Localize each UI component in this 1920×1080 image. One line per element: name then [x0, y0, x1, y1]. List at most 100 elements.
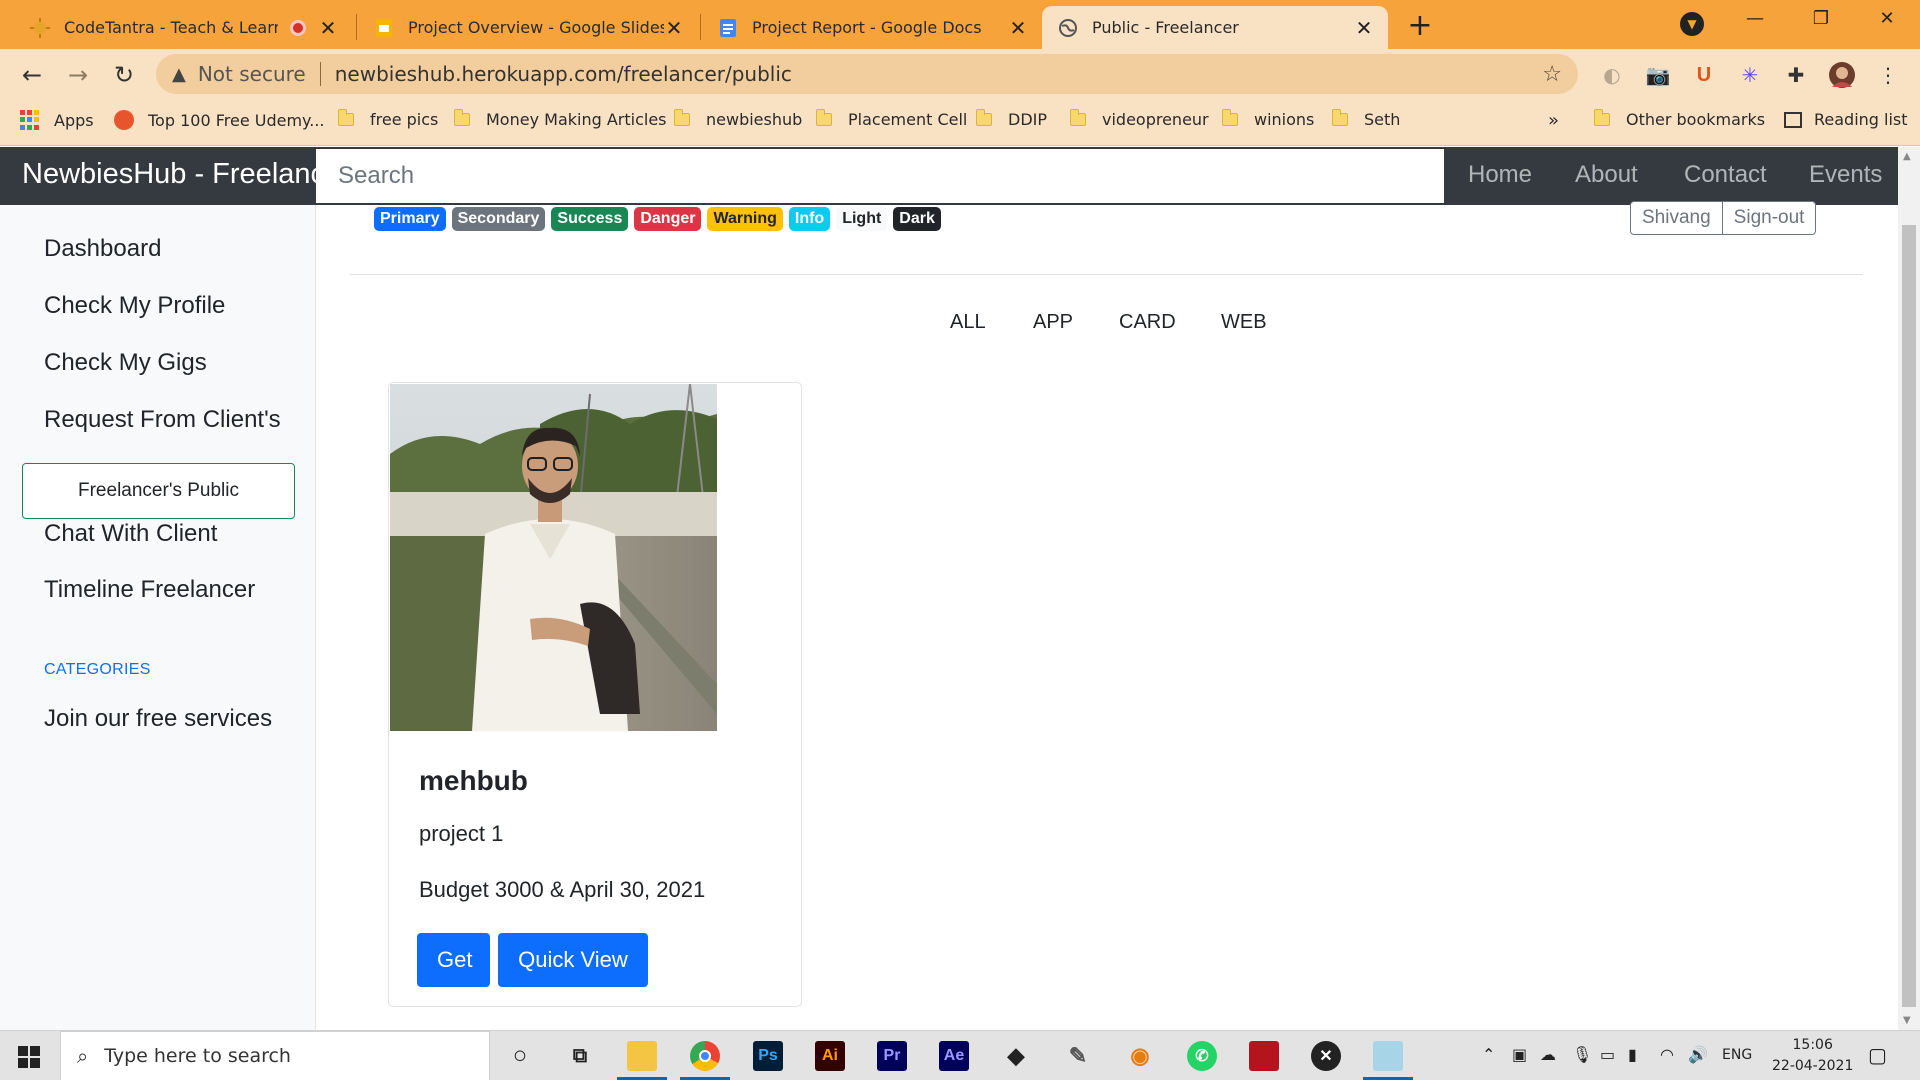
close-tab-icon[interactable]: ✕	[664, 16, 684, 40]
volume-icon[interactable]: 🔊	[1688, 1045, 1708, 1064]
tab-public-freelancer[interactable]: Public - Freelancer ✕	[1042, 6, 1388, 49]
tab-title: Project Overview - Google Slides	[408, 18, 664, 37]
site-search-input[interactable]	[316, 149, 1444, 203]
sidebar-item-timeline-freelancer[interactable]: Timeline Freelancer	[44, 576, 255, 604]
nav-contact-link[interactable]: Contact	[1684, 161, 1767, 189]
filter-web[interactable]: WEB	[1221, 311, 1267, 334]
docs-icon	[718, 18, 738, 38]
signout-button[interactable]: Sign-out	[1722, 201, 1817, 235]
bookmark-placement-cell[interactable]: Placement Cell	[816, 109, 967, 129]
udemy-extension-icon[interactable]: U	[1690, 61, 1718, 89]
bookmark-videopreneur[interactable]: videopreneur	[1070, 109, 1209, 129]
menu-kebab-icon[interactable]: ⋮	[1874, 61, 1902, 89]
extensions-puzzle-icon[interactable]: ✚	[1782, 61, 1810, 89]
scroll-down-icon[interactable]: ▼	[1903, 1015, 1911, 1026]
bookmarks-overflow-button[interactable]: »	[1548, 110, 1559, 131]
minimize-icon[interactable]: —	[1740, 8, 1770, 29]
sidebar-item-dashboard[interactable]: Dashboard	[44, 235, 161, 263]
close-tab-icon[interactable]: ✕	[1354, 16, 1374, 40]
bookmark-money-making[interactable]: Money Making Articles	[454, 109, 667, 129]
taskbar-clock[interactable]: 15:06 22-04-2021	[1772, 1035, 1853, 1077]
language-indicator[interactable]: ENG	[1722, 1047, 1752, 1063]
cortana-icon[interactable]: ○	[505, 1041, 535, 1071]
gimp-icon[interactable]: ✎	[1063, 1041, 1093, 1071]
onedrive-icon[interactable]: ☁	[1540, 1045, 1556, 1064]
extension-moon-icon[interactable]: ◐	[1598, 61, 1626, 89]
illustrator-icon[interactable]: Ai	[815, 1041, 845, 1071]
close-window-icon[interactable]: ✕	[1872, 8, 1902, 29]
reading-list[interactable]: Reading list	[1784, 110, 1908, 129]
bookmark-star-icon[interactable]: ☆	[1542, 62, 1562, 87]
nav-about-link[interactable]: About	[1575, 161, 1638, 189]
nav-home-link[interactable]: Home	[1468, 161, 1532, 189]
bookmark-free-pics[interactable]: free pics	[338, 109, 438, 129]
nav-events-link[interactable]: Events	[1809, 161, 1882, 189]
username-button[interactable]: Shivang	[1630, 201, 1723, 235]
other-bookmarks[interactable]: Other bookmarks	[1594, 109, 1766, 129]
display-icon[interactable]: ▭	[1600, 1045, 1615, 1064]
microphone-icon[interactable]: 🎙	[1572, 1045, 1592, 1064]
bookmark-apps[interactable]: Apps	[20, 110, 94, 130]
filter-card[interactable]: CARD	[1119, 311, 1176, 334]
get-button[interactable]: Get	[417, 933, 490, 987]
profile-avatar[interactable]	[1828, 61, 1856, 89]
taskbar-search-box[interactable]: ⌕ Type here to search	[60, 1031, 490, 1080]
bookmark-winions[interactable]: winions	[1222, 109, 1314, 129]
camera-icon[interactable]: 📷	[1644, 61, 1672, 89]
quick-view-button[interactable]: Quick View	[498, 933, 648, 987]
bookmark-udemy[interactable]: Top 100 Free Udemy...	[114, 110, 325, 130]
folder-icon	[338, 109, 354, 126]
scroll-up-icon[interactable]: ▲	[1903, 151, 1911, 162]
inkscape-icon[interactable]: ◆	[1001, 1041, 1031, 1071]
battery-icon[interactable]: ▮	[1628, 1045, 1637, 1064]
forward-icon[interactable]: →	[62, 59, 94, 91]
tray-chevron-icon[interactable]: ⌃	[1482, 1045, 1495, 1064]
bookmark-newbieshub[interactable]: newbieshub	[674, 109, 802, 129]
page-scrollbar[interactable]: ▲ ▼	[1898, 147, 1920, 1030]
premiere-icon[interactable]: Pr	[877, 1041, 907, 1071]
whatsapp-icon[interactable]: ✆	[1187, 1041, 1217, 1071]
wifi-icon[interactable]: ◠	[1660, 1045, 1674, 1064]
tab-codetantra[interactable]: CodeTantra - Teach & Learn An ✕	[14, 6, 352, 49]
sidebar-item-check-my-gigs[interactable]: Check My Gigs	[44, 349, 207, 377]
filter-all[interactable]: ALL	[950, 311, 986, 334]
tab-google-slides[interactable]: Project Overview - Google Slides ✕	[358, 6, 698, 49]
reload-icon[interactable]: ↻	[108, 59, 140, 91]
snowflake-extension-icon[interactable]: ✳	[1736, 61, 1764, 89]
site-navbar: NewbiesHub - Freelancer Home About Conta…	[0, 147, 1898, 205]
app-red-icon[interactable]	[1249, 1041, 1279, 1071]
bookmark-ddip[interactable]: DDIP	[976, 109, 1047, 129]
site-brand[interactable]: NewbiesHub - Freelancer	[22, 158, 351, 191]
xbox-icon[interactable]: ✕	[1311, 1041, 1341, 1071]
restore-icon[interactable]: ❐	[1806, 8, 1836, 29]
after-effects-icon[interactable]: Ae	[939, 1041, 969, 1071]
sidebar-item-request-from-clients[interactable]: Request From Client's	[44, 406, 281, 434]
bookmark-seth[interactable]: Seth	[1332, 109, 1400, 129]
notifications-icon[interactable]: ▢	[1868, 1043, 1887, 1067]
sidebar-item-check-my-profile[interactable]: Check My Profile	[44, 292, 225, 320]
snipping-tool-icon[interactable]	[1373, 1041, 1403, 1071]
sidebar-item-chat-with-client[interactable]: Chat With Client	[44, 520, 217, 548]
file-explorer-icon[interactable]	[627, 1041, 657, 1071]
bookmark-label: videopreneur	[1102, 110, 1209, 129]
address-bar[interactable]: ▲ Not secure newbieshub.herokuapp.com/fr…	[156, 54, 1578, 94]
taskbar-search-placeholder: Type here to search	[104, 1045, 291, 1067]
chrome-icon[interactable]	[690, 1041, 720, 1071]
tab-google-docs[interactable]: Project Report - Google Docs ✕	[702, 6, 1042, 49]
scrollbar-thumb[interactable]	[1902, 225, 1916, 1007]
bookmark-label: Other bookmarks	[1626, 110, 1766, 129]
windows-start-icon[interactable]	[18, 1046, 40, 1068]
sidebar-item-freelancers-public[interactable]: Freelancer's Public	[22, 463, 295, 519]
filter-app[interactable]: APP	[1033, 311, 1073, 334]
blender-icon[interactable]: ◉	[1125, 1041, 1155, 1071]
photoshop-icon[interactable]: Ps	[753, 1041, 783, 1071]
tray-device-icon[interactable]: ▣	[1512, 1045, 1527, 1064]
close-tab-icon[interactable]: ✕	[318, 16, 338, 40]
task-view-icon[interactable]: ⧉	[565, 1041, 595, 1071]
badge-success: Success	[551, 207, 629, 231]
new-tab-button[interactable]: +	[1402, 8, 1438, 43]
back-icon[interactable]: ←	[16, 59, 48, 91]
close-tab-icon[interactable]: ✕	[1008, 16, 1028, 40]
tab-search-icon[interactable]: ▼	[1680, 12, 1704, 36]
sidebar-item-join-free-services[interactable]: Join our free services	[44, 705, 272, 733]
